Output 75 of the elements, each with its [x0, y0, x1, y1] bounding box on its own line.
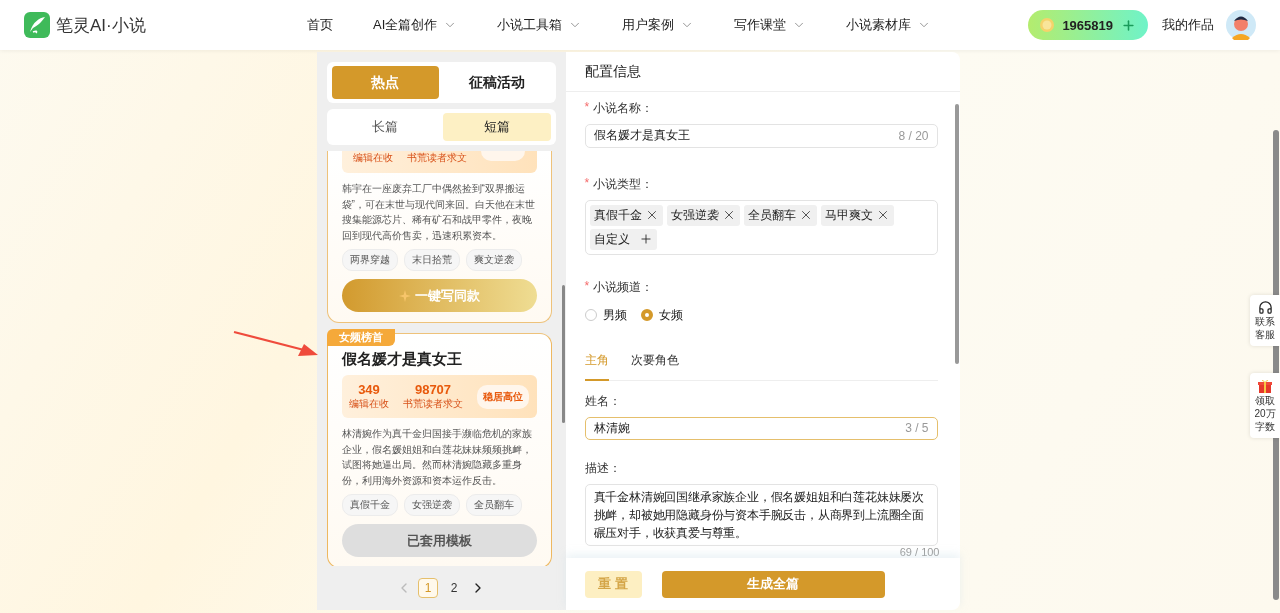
nav-link[interactable]: AI全篇创作: [373, 16, 458, 34]
widget-text: 20万: [1254, 407, 1276, 420]
my-works-link[interactable]: 我的作品: [1162, 16, 1214, 34]
char-count: 69 / 100: [898, 546, 940, 558]
nav-link[interactable]: 小说素材库: [846, 16, 932, 34]
avatar[interactable]: [1226, 10, 1256, 40]
stat-value: 98707: [414, 382, 452, 397]
channel-radio[interactable]: 男频: [584, 306, 627, 324]
genre-chip[interactable]: 马甲爽文: [820, 204, 894, 226]
genre-tag: 真假千金: [341, 494, 398, 516]
side-widget[interactable]: 领取 20万 字数: [1250, 373, 1280, 438]
nav-link[interactable]: 小说工具箱: [497, 16, 583, 34]
radio-dot[interactable]: [640, 309, 653, 321]
label-text: 小说频道：: [593, 278, 654, 296]
category-tab[interactable]: 征稿活动: [443, 66, 551, 99]
gift-icon: [1257, 378, 1273, 394]
genre-tag: 女强逆袭: [403, 494, 460, 516]
char-count: 8 / 20: [898, 128, 929, 143]
novel-name-field[interactable]: 假名媛才是真女王 8 / 20: [584, 124, 938, 148]
card-description: 韩宇在一座废弃工厂中偶然捡到“双界搬运袋”，可在末世与现代间来回。白天他在末世搜集能源芯片、稀有矿石和战甲零件，夜晚回到现代高价售卖，迅速积累资本。: [341, 182, 536, 243]
applied-template-button[interactable]: 已套用模板: [341, 524, 537, 557]
headset-icon: [1257, 300, 1273, 315]
coin-icon: [1040, 18, 1055, 32]
stat-label: 书荒读者求文: [403, 397, 463, 411]
char-count: 3 / 5: [905, 421, 929, 436]
nav-link[interactable]: 首页: [307, 16, 333, 34]
sparkle-icon: [398, 289, 411, 302]
plus-icon: [1121, 17, 1136, 33]
rank-badge: 稳居高位: [477, 384, 529, 409]
genre-chip[interactable]: 全员翻车: [743, 204, 817, 226]
radio-dot[interactable]: [584, 309, 597, 321]
card-title: 假名媛才是真女王: [341, 350, 463, 369]
genre-tag-field[interactable]: 真假千金 女强逆袭 全员翻车 马甲爽文 自定义: [584, 199, 938, 255]
genre-chip[interactable]: 真假千金: [589, 204, 663, 226]
label-text: 小说名称：: [593, 100, 654, 117]
genre-chip[interactable]: 女强逆袭: [666, 204, 740, 226]
length-tab[interactable]: 长篇: [331, 113, 439, 141]
stat-label: 编辑在收: [349, 397, 389, 411]
template-card[interactable]: 编辑在收 书荒读者求文 韩宇在一座废弃工厂中偶然捡到“双界搬运袋”，可在末世与现代间来回。白天他在末世搜集能源芯片、稀有矿石和战甲零件，夜晚回到现代高价售卖，迅速积累资本。 两界穿越 末日拾荒 爽文逆袭 一键写同款: [326, 151, 552, 323]
panel-title: 配置信息: [565, 52, 960, 92]
nav-link[interactable]: 用户案例: [622, 16, 695, 34]
rank-badge: [481, 151, 525, 161]
length-tab[interactable]: 短篇: [443, 113, 551, 141]
field-value: 林清婉: [593, 419, 630, 437]
description-field[interactable]: 真千金林清婉回国继承家族企业，假名媛姐姐和白莲花妹妹屡次挑衅，却被她用隐藏身份与资本手腕反击，从商界到上流圈全面碾压对手，收获真爱与尊重。: [584, 484, 938, 546]
brand-name[interactable]: 笔灵AI·小说: [56, 13, 146, 37]
stat-label: 编辑在收: [353, 151, 393, 165]
plus-icon: [638, 232, 653, 246]
card-description: 林清婉作为真千金归国接手濒临危机的家族企业，假名媛姐姐和白莲花妹妹频频挑衅，试图将她逼出局。然而林清婉隐藏多重身份，利用海外资源和资本运作反击。: [341, 427, 533, 488]
widget-text: 领取: [1255, 394, 1275, 407]
channel-radio[interactable]: 女频: [640, 306, 683, 324]
widget-text: 联系: [1255, 315, 1275, 328]
side-widget[interactable]: 联系 客服: [1250, 295, 1280, 346]
stat-label: 书荒读者求文: [407, 151, 467, 165]
custom-genre-button[interactable]: 自定义: [589, 228, 657, 250]
field-value: 假名媛才是真女王: [593, 127, 690, 145]
page-button[interactable]: 2: [444, 578, 464, 598]
widget-text: 客服: [1255, 328, 1275, 341]
genre-tag: 爽文逆袭: [465, 249, 522, 271]
rank-ribbon: 女频榜首: [326, 329, 395, 346]
nav-link[interactable]: 写作课堂: [734, 16, 807, 34]
genre-tag: 末日拾荒: [403, 249, 460, 271]
label-text: 小说类型：: [593, 175, 654, 193]
widget-text: 字数: [1255, 420, 1275, 433]
coin-balance-button[interactable]: 1965819: [1028, 10, 1148, 40]
required-mark: *: [584, 175, 590, 192]
stat-value: 349: [358, 382, 380, 397]
field-label: 描述：: [584, 460, 622, 477]
field-label: 姓名：: [584, 392, 622, 410]
genre-tag: 全员翻车: [465, 494, 522, 516]
required-mark: *: [584, 100, 590, 116]
required-mark: *: [584, 278, 590, 295]
genre-tag: 两界穿越: [341, 249, 398, 271]
character-name-field[interactable]: 林清婉 3 / 5: [584, 416, 938, 440]
role-tab[interactable]: 次要角色: [630, 351, 679, 381]
